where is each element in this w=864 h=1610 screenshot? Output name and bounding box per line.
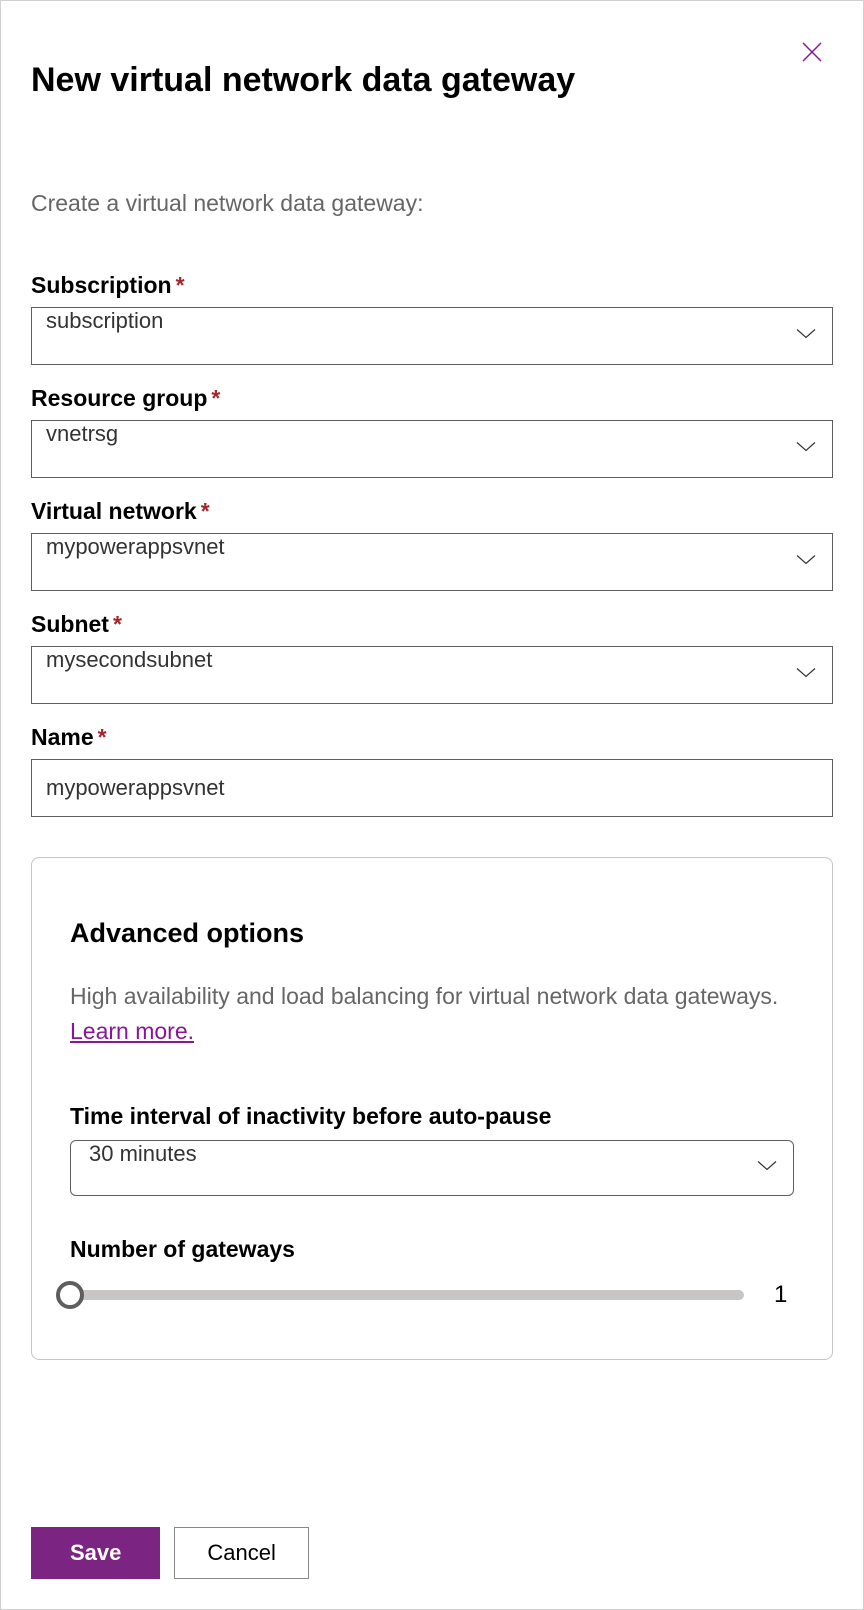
close-button[interactable]: [796, 36, 828, 68]
advanced-title: Advanced options: [70, 918, 794, 949]
close-icon: [800, 40, 824, 64]
subscription-label: Subscription*: [31, 272, 833, 299]
virtual-network-label: Virtual network*: [31, 498, 833, 525]
num-gateways-slider[interactable]: [70, 1290, 744, 1300]
dialog-title: New virtual network data gateway: [31, 61, 833, 100]
num-gateways-label: Number of gateways: [70, 1236, 794, 1263]
subnet-label: Subnet*: [31, 611, 833, 638]
num-gateways-value: 1: [774, 1281, 794, 1309]
resource-group-label: Resource group*: [31, 385, 833, 412]
subnet-select[interactable]: mysecondsubnet: [31, 646, 833, 704]
name-input[interactable]: [31, 759, 833, 817]
required-asterisk: *: [201, 498, 210, 524]
time-interval-label: Time interval of inactivity before auto-…: [70, 1103, 794, 1130]
advanced-options-panel: Advanced options High availability and l…: [31, 857, 833, 1360]
cancel-button[interactable]: Cancel: [174, 1527, 308, 1579]
dialog-subtitle: Create a virtual network data gateway:: [31, 190, 833, 217]
required-asterisk: *: [113, 611, 122, 637]
required-asterisk: *: [98, 724, 107, 750]
save-button[interactable]: Save: [31, 1527, 160, 1579]
virtual-network-select[interactable]: mypowerappsvnet: [31, 533, 833, 591]
time-interval-select[interactable]: 30 minutes: [70, 1140, 794, 1196]
required-asterisk: *: [211, 385, 220, 411]
required-asterisk: *: [176, 272, 185, 298]
subscription-select[interactable]: subscription: [31, 307, 833, 365]
resource-group-select[interactable]: vnetrsg: [31, 420, 833, 478]
name-label: Name*: [31, 724, 833, 751]
learn-more-link[interactable]: Learn more.: [70, 1018, 194, 1044]
slider-thumb[interactable]: [56, 1281, 84, 1309]
advanced-description: High availability and load balancing for…: [70, 979, 794, 1048]
